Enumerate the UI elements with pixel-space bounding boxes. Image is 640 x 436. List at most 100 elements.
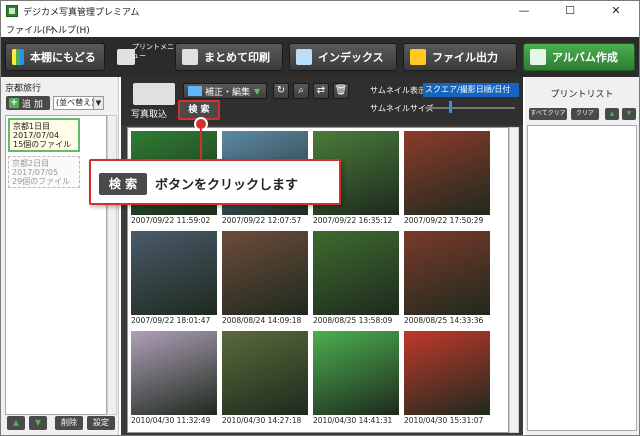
- print-list-title: プリントリスト: [550, 90, 614, 100]
- photo-image: [404, 131, 490, 215]
- menu-help[interactable]: ヘルプ(H): [49, 23, 90, 36]
- move-down-button[interactable]: ▼: [29, 416, 47, 430]
- index-label: インデックス: [318, 51, 384, 64]
- list-up-button[interactable]: ▲: [605, 108, 619, 120]
- close-button[interactable]: ✕: [593, 1, 639, 21]
- photo-date: 2008/08/25 13:58:09: [313, 316, 393, 325]
- photo-date: 2007/09/22 12:07:57: [222, 216, 302, 225]
- print-stack-icon: [182, 49, 198, 65]
- photo-date: 2010/04/30 15:31:07: [404, 416, 484, 425]
- photo-image: [131, 331, 217, 415]
- add-label: 追 加: [22, 99, 43, 110]
- photo-thumbnail[interactable]: 2008/08/25 13:58:09: [313, 231, 399, 325]
- album-name: 京都2日目: [12, 159, 50, 168]
- thumb-display-select[interactable]: スクエア/撮影日順/日付: [423, 83, 519, 97]
- settings-button[interactable]: 設定: [87, 416, 115, 430]
- move-up-button[interactable]: ▲: [7, 416, 25, 430]
- plus-icon: +: [9, 98, 19, 108]
- swap-icon[interactable]: ⇄: [313, 83, 329, 99]
- photo-image: [404, 331, 490, 415]
- add-album-button[interactable]: + 追 加: [6, 96, 50, 110]
- rotate-icon[interactable]: ↻: [273, 83, 289, 99]
- list-down-button[interactable]: ▼: [622, 108, 636, 120]
- photo-date: 2010/04/30 14:27:18: [222, 416, 302, 425]
- photo-scrollbar[interactable]: [509, 127, 519, 433]
- edit-button[interactable]: 補正・編集 ▼: [183, 83, 267, 99]
- clear-all-button[interactable]: すべてクリア: [529, 108, 567, 120]
- print-list-panel: プリントリスト すべてクリア クリア ▲ ▼: [525, 77, 639, 435]
- album-count: 15個のファイル: [13, 140, 72, 149]
- callout-line: [200, 129, 202, 159]
- thumb-display-label: サムネイル表示: [370, 86, 426, 95]
- photo-thumbnail[interactable]: 2008/08/24 14:09:18: [222, 231, 308, 325]
- trash-icon[interactable]: 🗑: [333, 83, 349, 99]
- photo-image: [313, 231, 399, 315]
- thumb-size-track[interactable]: [425, 107, 515, 109]
- clear-button[interactable]: クリア: [571, 108, 599, 120]
- photo-date: 2008/08/25 14:33:36: [404, 316, 484, 325]
- delete-button[interactable]: 削除: [55, 416, 83, 430]
- album-date: 2017/07/04: [13, 131, 60, 140]
- folder-icon: [410, 49, 426, 65]
- photo-date: 2007/09/22 16:35:12: [313, 216, 393, 225]
- chevron-down-icon: ▼: [254, 86, 261, 96]
- album-create-label: アルバム作成: [552, 51, 618, 64]
- index-icon: [296, 49, 312, 65]
- callout-key: 検 索: [99, 173, 147, 195]
- photo-thumbnail[interactable]: 2007/09/22 18:01:47: [131, 231, 217, 325]
- chevron-down-icon[interactable]: ▼: [93, 96, 104, 110]
- window-title: デジカメ写真管理プレミアム: [23, 8, 140, 18]
- bookshelf-icon: [12, 49, 24, 65]
- album-panel: 京都旅行 + 追 加 (並べ替え) ▼ 京都1日目 2017/07/04 15個…: [1, 77, 119, 435]
- photo-thumbnail[interactable]: 2007/09/22 17:50:29: [404, 131, 490, 225]
- file-output-label: ファイル出力: [432, 51, 498, 64]
- album-create-button[interactable]: アルバム作成: [523, 43, 635, 71]
- main-toolbar: 本棚にもどる まとめて印刷 インデックス ファイル出力 アルバム作成: [1, 37, 639, 77]
- batch-print-button[interactable]: まとめて印刷: [175, 43, 283, 71]
- album-name: 京都1日目: [13, 122, 51, 131]
- photo-date: 2007/09/22 11:59:02: [131, 216, 211, 225]
- album-date: 2017/07/05: [12, 168, 59, 177]
- minimize-button[interactable]: —: [501, 1, 547, 21]
- batch-print-label: まとめて印刷: [204, 51, 270, 64]
- file-output-button[interactable]: ファイル出力: [403, 43, 517, 71]
- photo-date: 2007/09/22 17:50:29: [404, 216, 484, 225]
- zoom-icon[interactable]: ⌕: [293, 83, 309, 99]
- album-icon: [530, 49, 546, 65]
- photo-image: [131, 231, 217, 315]
- album-item[interactable]: 京都1日目 2017/07/04 15個のファイル: [8, 118, 80, 152]
- photo-date: 2007/09/22 18:01:47: [131, 316, 211, 325]
- photo-thumbnail[interactable]: 2010/04/30 14:27:18: [222, 331, 308, 425]
- photo-date: 2008/08/24 14:09:18: [222, 316, 302, 325]
- maximize-button[interactable]: ☐: [547, 1, 593, 21]
- import-label[interactable]: 写真取込: [131, 107, 167, 120]
- photo-date: 2010/04/30 14:41:31: [313, 416, 393, 425]
- photo-date: 2010/04/30 11:32:49: [131, 416, 211, 425]
- print-menu-label: プリントメニュー: [132, 43, 174, 60]
- photo-thumbnail[interactable]: 2008/08/25 14:33:36: [404, 231, 490, 325]
- callout-box: 検 索 ボタンをクリックします: [89, 159, 341, 205]
- index-button[interactable]: インデックス: [289, 43, 397, 71]
- photo-image: [313, 331, 399, 415]
- back-to-shelf-button[interactable]: 本棚にもどる: [5, 43, 105, 71]
- photo-thumbnail[interactable]: 2010/04/30 11:32:49: [131, 331, 217, 425]
- photo-image: [404, 231, 490, 315]
- album-count: 29個のファイル: [12, 177, 71, 186]
- title-bar: デジカメ写真管理プレミアム — ☐ ✕: [1, 1, 639, 21]
- edit-label: 補正・編集: [205, 87, 251, 98]
- photo-toolbar: 写真取込 補正・編集 ▼ ↻ ⌕ ⇄ 🗑 検 索 サムネイル表示 スクエア/撮影…: [121, 77, 523, 125]
- menu-file[interactable]: ファイル(F): [6, 23, 54, 36]
- print-list: [527, 125, 637, 431]
- menu-bar: ファイル(F) ヘルプ(H): [1, 21, 639, 37]
- folder-title: 京都旅行: [5, 84, 42, 94]
- photo-image: [222, 331, 308, 415]
- photo-image: [222, 231, 308, 315]
- callout-text: ボタンをクリックします: [155, 178, 299, 193]
- app-window: デジカメ写真管理プレミアム — ☐ ✕ ファイル(F) ヘルプ(H) 本棚にもど…: [0, 0, 640, 436]
- album-item[interactable]: 京都2日目 2017/07/05 29個のファイル: [8, 156, 80, 188]
- app-icon: [6, 5, 18, 17]
- camera-icon[interactable]: [133, 83, 175, 105]
- photo-thumbnail[interactable]: 2010/04/30 15:31:07: [404, 331, 490, 425]
- thumb-size-slider[interactable]: [449, 101, 453, 113]
- photo-thumbnail[interactable]: 2010/04/30 14:41:31: [313, 331, 399, 425]
